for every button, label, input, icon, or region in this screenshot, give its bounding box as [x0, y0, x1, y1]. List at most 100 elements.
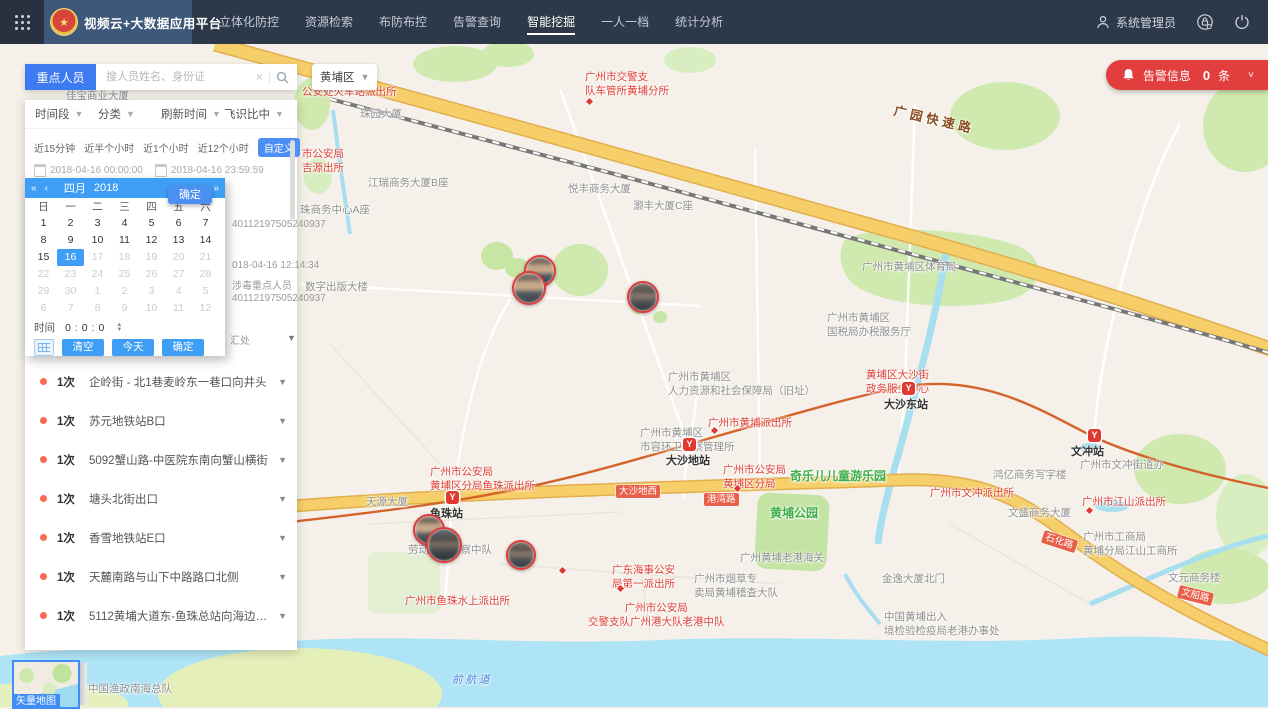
- quick-time-option[interactable]: 近1个小时: [143, 140, 189, 155]
- prev-year-button[interactable]: «: [31, 183, 37, 194]
- chevron-down-icon[interactable]: ▼: [278, 533, 287, 543]
- calendar-day[interactable]: 11: [165, 300, 192, 317]
- calendar-day[interactable]: 4: [111, 215, 138, 232]
- calendar-month[interactable]: 四月: [64, 180, 86, 196]
- calendar-day[interactable]: 9: [111, 300, 138, 317]
- start-date[interactable]: 2018-04-16 00:00:00: [34, 164, 143, 177]
- minimap[interactable]: 矢量地图: [12, 660, 80, 709]
- picker-button[interactable]: 今天: [112, 339, 154, 356]
- search-icon[interactable]: [276, 71, 289, 84]
- list-item[interactable]: 1次企岭街 - 北1巷麦岭东一巷口向井头▼: [25, 362, 297, 401]
- calendar-year[interactable]: 2018: [94, 182, 118, 194]
- calendar-day[interactable]: 7: [57, 300, 84, 317]
- calendar-day[interactable]: 5: [138, 215, 165, 232]
- calendar-day[interactable]: 30: [57, 283, 84, 300]
- calendar-day[interactable]: 19: [138, 249, 165, 266]
- calendar-day[interactable]: 7: [192, 215, 219, 232]
- district-select[interactable]: 黄埔区 ▼: [312, 64, 377, 90]
- security-settings-button[interactable]: [1196, 13, 1214, 31]
- person-photo-marker[interactable]: [627, 281, 659, 313]
- calendar-day[interactable]: 23: [57, 266, 84, 283]
- chevron-down-icon[interactable]: ▼: [278, 494, 287, 504]
- filter-item[interactable]: 飞识比中▼: [224, 106, 287, 122]
- calendar-day[interactable]: 15: [30, 249, 57, 266]
- nav-item[interactable]: 布防布控: [366, 0, 440, 44]
- calendar-day[interactable]: 25: [111, 266, 138, 283]
- calendar-grid-button[interactable]: [34, 339, 54, 356]
- calendar-day[interactable]: 8: [84, 300, 111, 317]
- calendar-day[interactable]: 29: [30, 283, 57, 300]
- calendar-day[interactable]: 11: [111, 232, 138, 249]
- time-value[interactable]: 0: [61, 322, 75, 334]
- search-input[interactable]: [104, 70, 250, 84]
- chevron-down-icon[interactable]: ˅: [1248, 70, 1254, 81]
- calendar-day[interactable]: 28: [192, 266, 219, 283]
- calendar-day[interactable]: 24: [84, 266, 111, 283]
- list-item[interactable]: 1次香雪地铁站E口▼: [25, 518, 297, 557]
- step-down-icon[interactable]: ▼: [116, 328, 122, 333]
- time-stepper[interactable]: ▲▼: [116, 323, 122, 333]
- person-photo-marker[interactable]: [512, 271, 546, 305]
- nav-item[interactable]: 告警查询: [440, 0, 514, 44]
- list-item[interactable]: 1次苏元地铁站B口▼: [25, 401, 297, 440]
- calendar-day[interactable]: 5: [192, 283, 219, 300]
- filter-item[interactable]: 时间段▼: [35, 106, 98, 122]
- chevron-down-icon[interactable]: ▼: [278, 377, 287, 387]
- calendar-day[interactable]: 8: [30, 232, 57, 249]
- app-grid-icon[interactable]: [0, 0, 44, 44]
- person-photo-marker[interactable]: [506, 540, 536, 570]
- calendar-day[interactable]: 10: [138, 300, 165, 317]
- calendar-day[interactable]: 3: [84, 215, 111, 232]
- calendar-day[interactable]: 2: [111, 283, 138, 300]
- chevron-down-icon[interactable]: ▼: [278, 611, 287, 621]
- logout-button[interactable]: [1234, 14, 1250, 30]
- nav-item[interactable]: 资源检索: [292, 0, 366, 44]
- calendar-day[interactable]: 10: [84, 232, 111, 249]
- calendar-day[interactable]: 14: [192, 232, 219, 249]
- picker-button[interactable]: 清空: [62, 339, 104, 356]
- calendar-day[interactable]: 6: [165, 215, 192, 232]
- nav-item[interactable]: 统计分析: [662, 0, 736, 44]
- picker-button[interactable]: 确定: [162, 339, 204, 356]
- calendar-day[interactable]: 21: [192, 249, 219, 266]
- calendar-day[interactable]: 27: [165, 266, 192, 283]
- panel-scrollbar[interactable]: [290, 140, 295, 220]
- calendar-day[interactable]: 20: [165, 249, 192, 266]
- quick-time-option[interactable]: 近15分钟: [34, 140, 75, 155]
- calendar-day[interactable]: 16: [57, 249, 84, 266]
- calendar-day[interactable]: 17: [84, 249, 111, 266]
- user-menu[interactable]: 系统管理员: [1096, 14, 1176, 31]
- clear-search-icon[interactable]: ×: [256, 70, 263, 84]
- filter-item[interactable]: 分类▼: [98, 106, 161, 122]
- calendar-day[interactable]: 18: [111, 249, 138, 266]
- calendar-day[interactable]: 13: [165, 232, 192, 249]
- calendar-day[interactable]: 3: [138, 283, 165, 300]
- time-value[interactable]: 0: [78, 322, 92, 334]
- alert-info-pill[interactable]: 告警信息 0 条 ˅: [1106, 60, 1268, 90]
- time-values[interactable]: 0:0:0: [61, 322, 108, 334]
- list-item[interactable]: 1次天麓南路与山下中路路口北侧▼: [25, 557, 297, 596]
- time-value[interactable]: 0: [95, 322, 109, 334]
- chevron-down-icon[interactable]: ▼: [278, 455, 287, 465]
- confirm-button[interactable]: 确定: [168, 186, 212, 204]
- prev-month-button[interactable]: ‹: [45, 183, 48, 194]
- calendar-day[interactable]: 12: [192, 300, 219, 317]
- calendar-day[interactable]: 9: [57, 232, 84, 249]
- end-date[interactable]: 2018-04-16 23:59:59: [155, 164, 264, 177]
- nav-item[interactable]: 立体化防控: [206, 0, 292, 44]
- nav-item[interactable]: 一人一档: [588, 0, 662, 44]
- chevron-down-icon[interactable]: ▼: [278, 416, 287, 426]
- list-item[interactable]: 1次5112黄埔大道东-鱼珠总站向海边街（全）▼: [25, 596, 297, 635]
- person-photo-marker[interactable]: [426, 527, 462, 563]
- calendar-day[interactable]: 22: [30, 266, 57, 283]
- nav-item[interactable]: 智能挖掘: [514, 0, 588, 44]
- calendar-day[interactable]: 1: [30, 215, 57, 232]
- quick-time-option[interactable]: 近12个小时: [198, 140, 249, 155]
- calendar-day[interactable]: 6: [30, 300, 57, 317]
- quick-time-option[interactable]: 近半个小时: [84, 140, 134, 155]
- app-logo[interactable]: ★ 视频云+大数据应用平台: [44, 0, 192, 44]
- filter-item[interactable]: 刷新时间▼: [161, 106, 224, 122]
- list-item[interactable]: 1次塘头北街出口▼: [25, 479, 297, 518]
- calendar-day[interactable]: 4: [165, 283, 192, 300]
- next-year-button[interactable]: »: [213, 183, 219, 194]
